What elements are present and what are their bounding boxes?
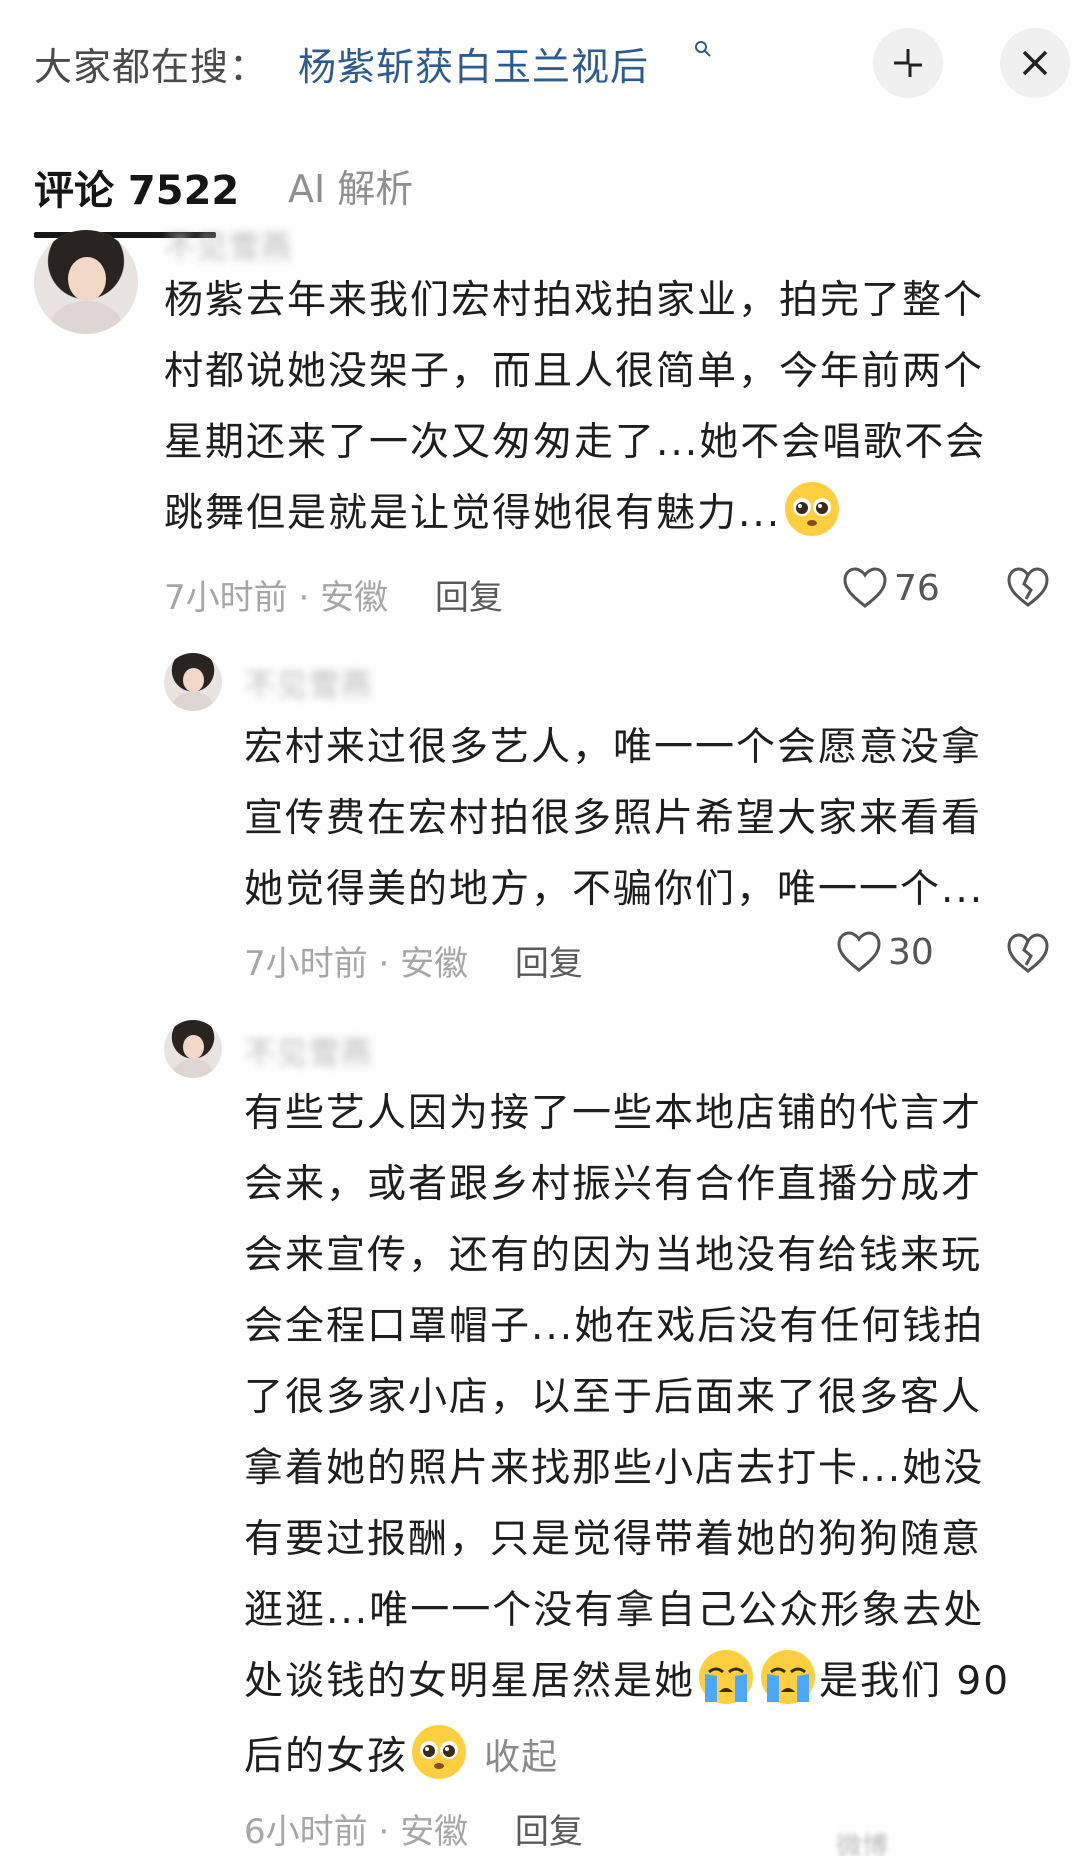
watermark: 微博 <box>836 1832 889 1856</box>
minimize-button[interactable] <box>873 28 943 98</box>
comment-username[interactable]: 不见雪燕 <box>244 1028 372 1074</box>
comment-time: 7小时前 <box>164 578 288 618</box>
reply-button[interactable]: 回复 <box>515 944 583 984</box>
comment-line: 处谈钱的女明星居然是她 <box>244 1659 696 1704</box>
search-suggestion-bar: 大家都在搜： 杨紫斩获白玉兰视后 <box>0 0 1080 120</box>
comment-line: 杨紫去年来我们宏村拍戏拍家业，拍完了整个 <box>164 278 985 323</box>
tab-ai-analysis[interactable]: AI 解析 <box>288 158 413 213</box>
dislike-heart-icon[interactable] <box>1006 932 1050 976</box>
heart-icon <box>843 567 887 608</box>
search-term-link[interactable]: 杨紫斩获白玉兰视后 <box>298 36 649 91</box>
tab-comments[interactable]: 评论 7522 <box>34 158 239 216</box>
reply-button[interactable]: 回复 <box>515 1812 583 1852</box>
comment-line: 村都说她没架子，而且人很简单，今年前两个 <box>164 349 985 394</box>
avatar[interactable] <box>164 653 222 711</box>
comment-time: 7小时前 <box>244 944 368 984</box>
comment-line: 宏村来过很多艺人，唯一一个会愿意没拿 <box>244 725 983 770</box>
comment-line-last: 后的女孩 收起 <box>244 1721 1074 1793</box>
heart-icon <box>837 931 881 972</box>
comment-line-with-emoji: 处谈钱的女明星居然是她 是我们 90 <box>244 1646 1074 1717</box>
avatar[interactable] <box>164 1020 222 1078</box>
meta-separator: · <box>378 944 390 984</box>
meta-separator: · <box>378 1812 390 1852</box>
comment-line: 星期还来了一次又匆匆走了...她不会唱歌不会 <box>164 420 987 465</box>
comment-line: 有些艺人因为接了一些本地店铺的代言才 <box>244 1091 983 1136</box>
collapse-arrows-icon <box>894 49 922 77</box>
comment-line-last: 跳舞但是就是让觉得她很有魅力... <box>164 478 1044 549</box>
comment-location: 安徽 <box>400 944 469 984</box>
comment-line: 后的女孩 <box>244 1734 409 1779</box>
close-icon <box>1022 50 1048 76</box>
search-prefix: 大家都在搜： <box>34 45 269 89</box>
reply-button[interactable]: 回复 <box>435 578 503 618</box>
comment-username[interactable]: 不见雪燕 <box>244 660 372 706</box>
like-button[interactable]: 76 <box>842 566 952 616</box>
comment-line: 会全程口罩帽子...她在戏后没有任何钱拍 <box>244 1304 985 1349</box>
comment-line: 跳舞但是就是让觉得她很有魅力... <box>164 491 782 536</box>
comment-line: 会来，或者跟乡村振兴有合作直播分成才 <box>244 1162 983 1207</box>
meta-separator: · <box>298 578 310 618</box>
comment-line: 有要过报酬，只是觉得带着她的狗狗随意 <box>244 1517 983 1562</box>
pleading-face-icon <box>412 1725 467 1779</box>
collapse-button[interactable]: 收起 <box>484 1737 558 1778</box>
comment-line: 宣传费在宏村拍很多照片希望大家来看看 <box>244 796 983 841</box>
avatar[interactable] <box>34 230 138 334</box>
like-button[interactable]: 30 <box>836 930 956 980</box>
like-count: 76 <box>894 568 940 609</box>
comment-tabs: 评论 7522 AI 解析 <box>0 140 1080 240</box>
comment-meta: 6小时前 · 安徽 回复 <box>244 1804 583 1853</box>
crying-face-icon <box>761 1650 816 1704</box>
comment-text: 宏村来过很多艺人，唯一一个会愿意没拿 宣传费在宏村拍很多照片希望大家来看看 她觉… <box>244 712 1054 925</box>
comment-time: 6小时前 <box>244 1812 368 1852</box>
comment-meta: 7小时前 · 安徽 回复 <box>244 936 583 985</box>
comment-username[interactable]: 不见雪燕 <box>164 222 292 268</box>
comment-text: 有些艺人因为接了一些本地店铺的代言才 会来，或者跟乡村振兴有合作直播分成才 会来… <box>244 1078 1074 1793</box>
comment-line: 会来宣传，还有的因为当地没有给钱来玩 <box>244 1233 983 1278</box>
comment-meta: 7小时前 · 安徽 回复 <box>164 570 503 619</box>
comment-location: 安徽 <box>320 578 389 618</box>
crying-face-icon <box>699 1650 754 1704</box>
dislike-heart-icon[interactable] <box>1006 566 1050 610</box>
comment-text: 杨紫去年来我们宏村拍戏拍家业，拍完了整个 村都说她没架子，而且人很简单，今年前两… <box>164 265 1044 549</box>
pleading-face-icon <box>785 482 840 536</box>
close-button[interactable] <box>1000 28 1070 98</box>
like-count: 30 <box>888 932 934 973</box>
comment-line: 逛逛...唯一一个没有拿自己公众形象去处 <box>244 1588 985 1633</box>
search-icon[interactable] <box>694 40 712 58</box>
comment-line: 了很多家小店，以至于后面来了很多客人 <box>244 1375 983 1420</box>
comment-line: 是我们 90 <box>819 1659 1011 1704</box>
comment-line: 她觉得美的地方，不骗你们，唯一一个... <box>244 867 985 912</box>
comment-line: 拿着她的照片来找那些小店去打卡...她没 <box>244 1446 985 1491</box>
comment-location: 安徽 <box>400 1812 469 1852</box>
